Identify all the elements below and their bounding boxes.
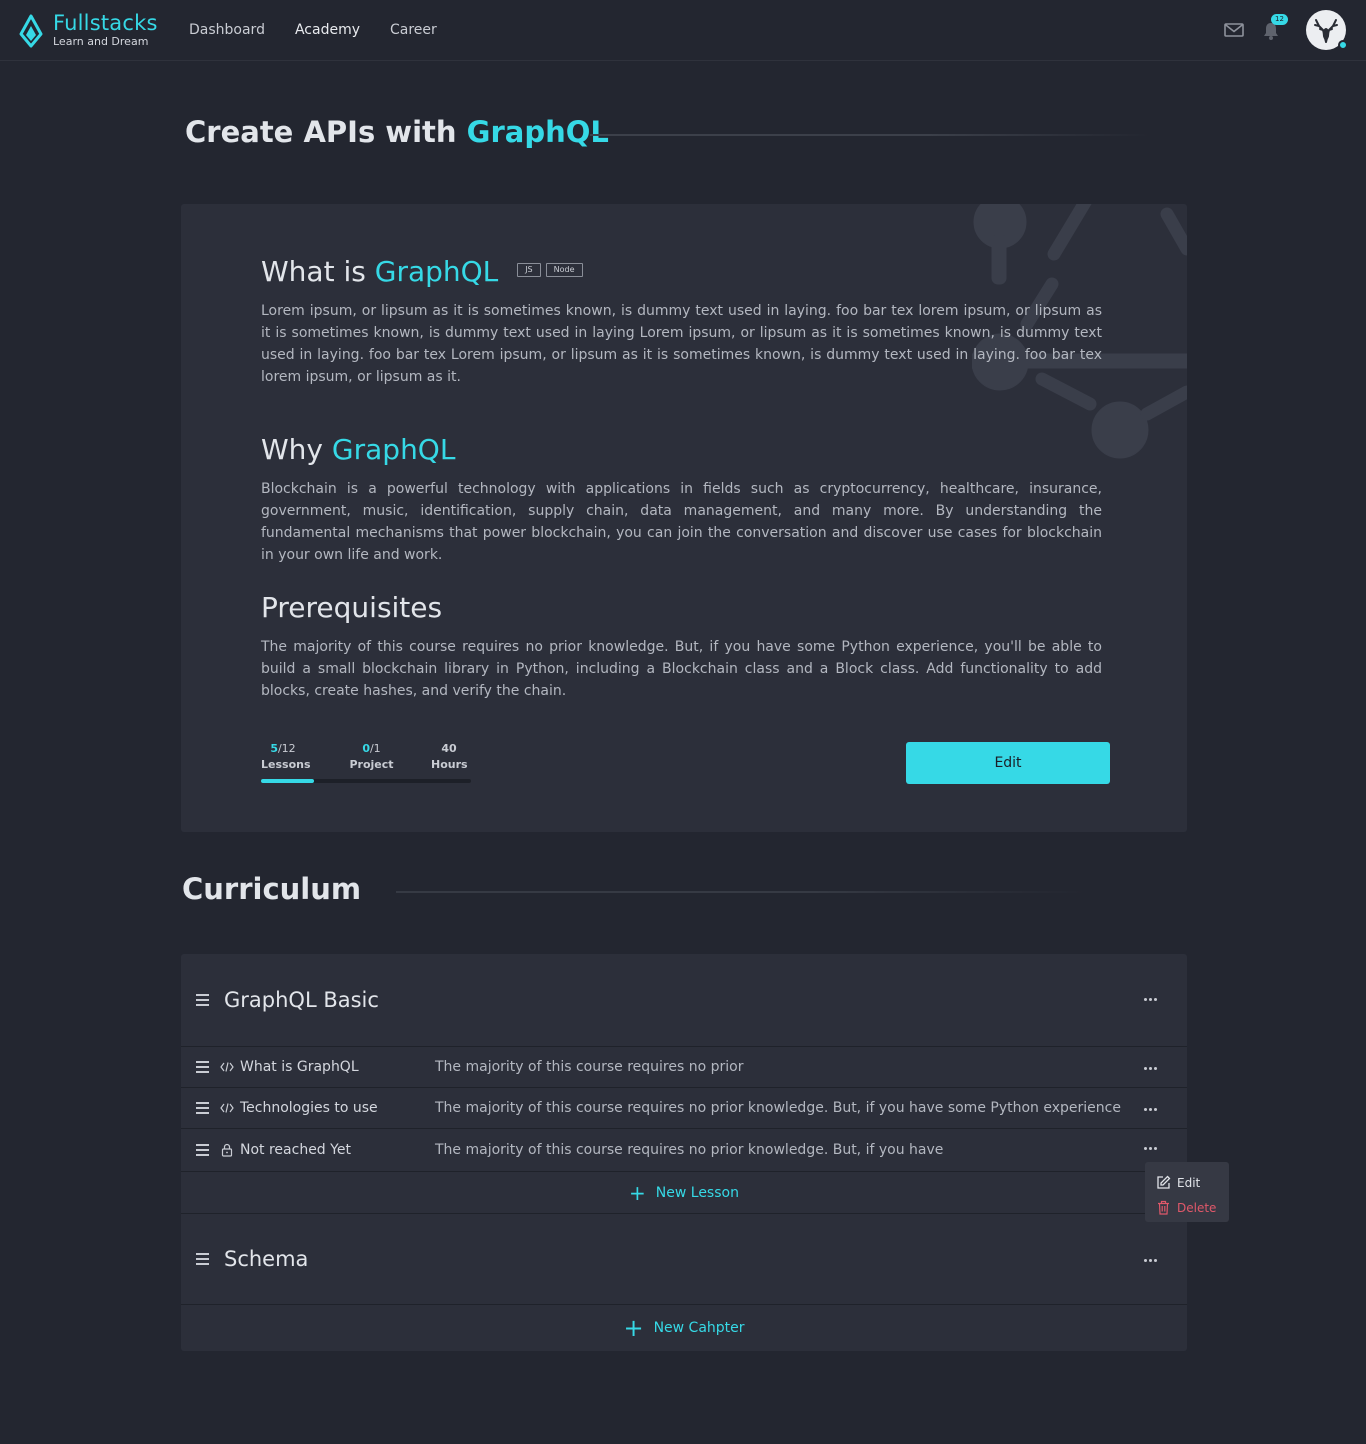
what-section: What is GraphQL JS Node Lorem ipsum, or …: [261, 255, 1102, 388]
lesson-context-menu: Edit Delete: [1145, 1162, 1229, 1222]
menu-edit-item[interactable]: Edit: [1155, 1170, 1229, 1195]
menu-delete-item[interactable]: Delete: [1155, 1195, 1229, 1220]
new-chapter-button[interactable]: + New Cahpter: [181, 1304, 1187, 1351]
code-icon: [220, 1060, 234, 1074]
lesson-description: The majority of this course requires no …: [435, 1059, 744, 1075]
new-lesson-label: New Lesson: [655, 1184, 739, 1201]
lesson-more-icon[interactable]: [1144, 1108, 1159, 1111]
prereq-body: The majority of this course requires no …: [261, 639, 1102, 699]
avatar[interactable]: [1306, 10, 1348, 50]
what-heading: What is GraphQL JS Node: [261, 255, 1102, 289]
chapter-title: GraphQL Basic: [224, 988, 379, 1012]
curriculum-card: GraphQL Basic What is GraphQL The majori…: [181, 954, 1187, 1351]
deer-avatar-icon: [1314, 19, 1338, 43]
drag-handle-icon[interactable]: [196, 1253, 210, 1265]
chapter-header: Schema: [181, 1213, 1187, 1304]
new-lesson-button[interactable]: + New Lesson: [181, 1171, 1187, 1213]
brand-logo[interactable]: Fullstacks Learn and Dream: [19, 12, 158, 49]
brand-name: Fullstacks: [53, 11, 158, 35]
lesson-row[interactable]: What is GraphQL The majority of this cou…: [181, 1046, 1187, 1087]
drag-handle-icon[interactable]: [196, 994, 210, 1006]
lesson-progress-fill: [261, 779, 314, 783]
curriculum-divider: [396, 891, 1086, 893]
lesson-row[interactable]: Not reached Yet The majority of this cou…: [181, 1128, 1187, 1171]
tech-tags: JS Node: [517, 263, 587, 277]
top-navbar: Fullstacks Learn and Dream Dashboard Aca…: [0, 0, 1366, 61]
lesson-name: Not reached Yet: [240, 1142, 351, 1158]
lesson-description: The majority of this course requires no …: [435, 1100, 1121, 1116]
tag-node: Node: [545, 263, 583, 277]
mail-icon[interactable]: [1224, 22, 1244, 38]
page-title: Create APIs with GraphQL: [185, 115, 609, 149]
lesson-description: The majority of this course requires no …: [435, 1142, 944, 1158]
lesson-row[interactable]: Technologies to use The majority of this…: [181, 1087, 1187, 1128]
brand-tagline: Learn and Dream: [53, 35, 149, 48]
lesson-more-icon[interactable]: [1144, 1147, 1159, 1150]
main-nav: Dashboard Academy Career: [189, 22, 467, 38]
stat-hours: 40 Hours: [431, 742, 468, 771]
header-actions: 12: [1224, 10, 1348, 50]
why-heading: Why GraphQL: [261, 433, 456, 466]
lesson-name: What is GraphQL: [240, 1059, 359, 1075]
title-divider: [590, 134, 1150, 136]
chapter-title: Schema: [224, 1247, 309, 1271]
stat-project: 0/1 Project: [349, 742, 394, 771]
trash-icon: [1155, 1200, 1171, 1216]
code-icon: [220, 1101, 234, 1115]
lesson-progress-bar: [261, 779, 471, 783]
tag-js: JS: [517, 263, 541, 277]
chapter-header: GraphQL Basic: [181, 954, 1187, 1046]
chapter-more-icon[interactable]: [1144, 1259, 1159, 1262]
notifications-button[interactable]: 12: [1262, 14, 1288, 41]
lesson-name: Technologies to use: [240, 1100, 378, 1116]
menu-delete-label: Delete: [1177, 1200, 1217, 1215]
drag-handle-icon[interactable]: [196, 1061, 210, 1073]
nav-academy[interactable]: Academy: [295, 22, 360, 38]
chapter-more-icon[interactable]: [1144, 998, 1159, 1001]
new-chapter-label: New Cahpter: [653, 1320, 745, 1336]
nav-dashboard[interactable]: Dashboard: [189, 22, 265, 38]
notification-count-badge: 12: [1271, 14, 1288, 25]
online-status-dot: [1338, 40, 1348, 50]
drag-handle-icon[interactable]: [196, 1102, 210, 1114]
page-title-accent: GraphQL: [466, 115, 609, 149]
prereq-section: Prerequisites The majority of this cours…: [261, 591, 1102, 702]
course-stats: 5/12 Lessons 0/1 Project 40 Hours: [261, 741, 471, 783]
edit-course-button[interactable]: Edit: [906, 742, 1110, 784]
page-title-prefix: Create APIs with: [185, 115, 457, 149]
why-body: Blockchain is a powerful technology with…: [261, 481, 1102, 563]
menu-edit-label: Edit: [1177, 1175, 1201, 1190]
plus-icon: +: [629, 1180, 646, 1205]
lesson-more-icon[interactable]: [1144, 1067, 1159, 1070]
drag-handle-icon[interactable]: [196, 1144, 210, 1156]
stat-lessons: 5/12 Lessons: [261, 742, 311, 771]
nav-career[interactable]: Career: [390, 22, 437, 38]
what-body: Lorem ipsum, or lipsum as it is sometime…: [261, 303, 1102, 385]
brand-drop-icon: [19, 14, 43, 47]
plus-icon: +: [623, 1314, 644, 1342]
prereq-heading: Prerequisites: [261, 591, 443, 624]
edit-icon: [1155, 1175, 1171, 1191]
lock-icon: [220, 1143, 234, 1157]
course-overview-card: What is GraphQL JS Node Lorem ipsum, or …: [181, 204, 1187, 832]
why-section: Why GraphQL Blockchain is a powerful tec…: [261, 433, 1102, 566]
curriculum-title: Curriculum: [182, 872, 362, 906]
